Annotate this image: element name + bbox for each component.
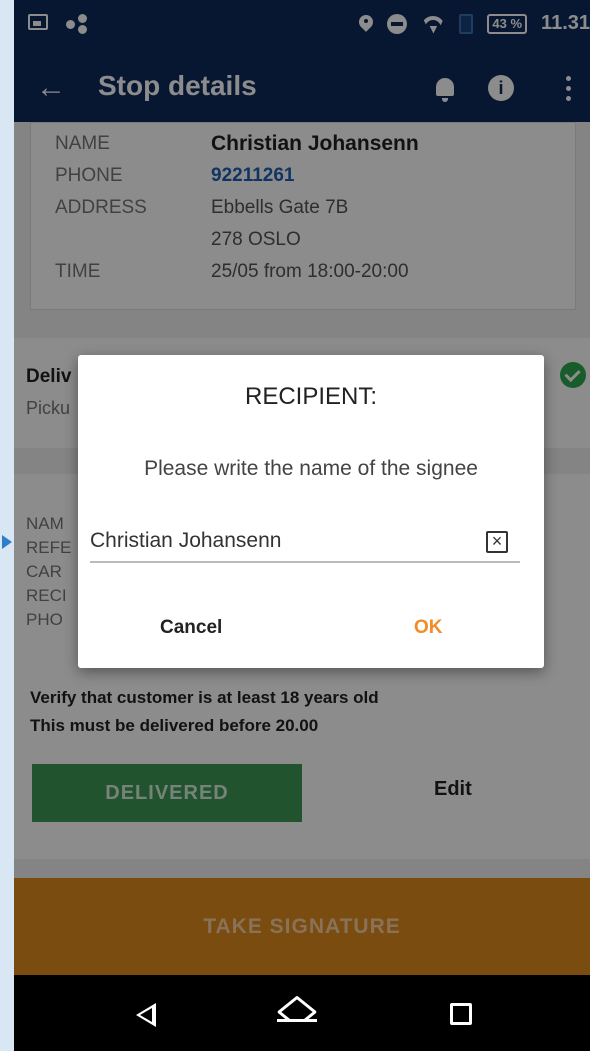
dialog-title: RECIPIENT:: [244, 383, 378, 410]
ok-button[interactable]: OK: [414, 617, 443, 639]
recipient-dialog: RECIPIENT: Please write the name of the …: [78, 355, 544, 668]
phone-screen: 43 % 11.31 ← Stop details i NAME Christi…: [14, 0, 590, 1051]
nav-back-icon[interactable]: [136, 1003, 156, 1027]
left-margin: [0, 0, 14, 1051]
cancel-button[interactable]: Cancel: [160, 617, 222, 639]
nav-recents-icon[interactable]: [450, 1003, 472, 1025]
pointer-arrow-icon: [2, 535, 12, 549]
dialog-message: Please write the name of the signee: [144, 457, 478, 480]
system-nav-bar: [14, 975, 590, 1051]
signee-name-input[interactable]: [90, 521, 520, 563]
clear-input-icon[interactable]: ×: [486, 531, 508, 553]
